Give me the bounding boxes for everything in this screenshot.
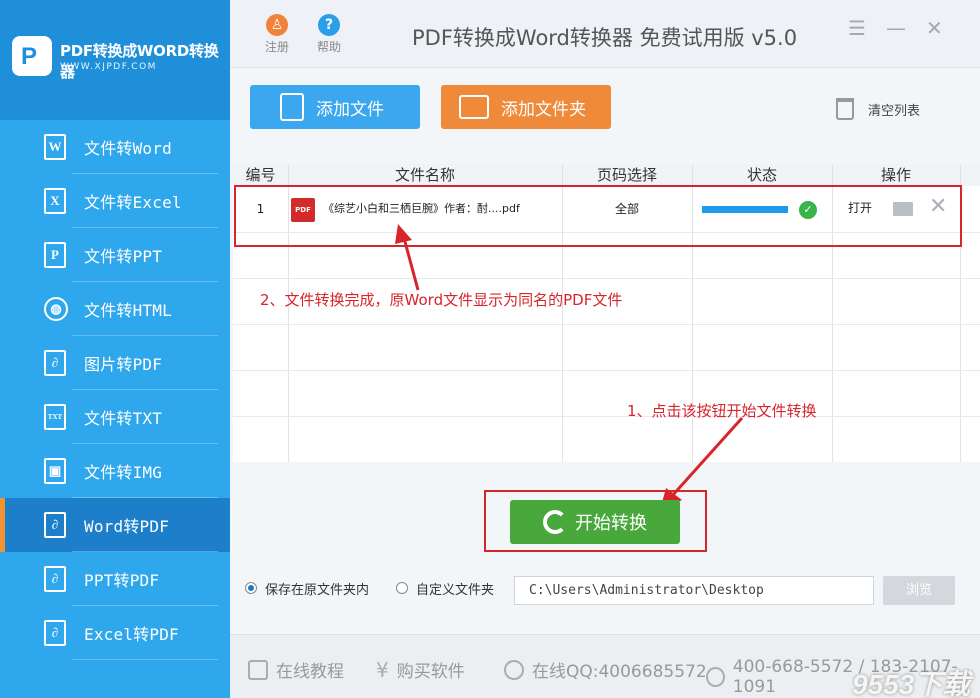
brand-url: WWW.XJPDF.COM xyxy=(60,62,157,72)
help-button[interactable]: ? 帮助 xyxy=(312,14,346,55)
sidebar-item-file-to-img[interactable]: ▣ 文件转IMG xyxy=(0,444,230,498)
radio-custom-folder-label[interactable]: 自定义文件夹 xyxy=(416,579,494,598)
pdf-icon: ∂ xyxy=(44,620,66,646)
annotation-step-1: 1、点击该按钮开始文件转换 xyxy=(627,402,817,420)
globe-icon: ◍ xyxy=(44,297,68,321)
start-convert-button[interactable]: 开始转换 xyxy=(510,500,680,544)
clear-list-button[interactable]: 清空列表 xyxy=(836,98,920,120)
sidebar-item-file-to-excel[interactable]: X 文件转Excel xyxy=(0,174,230,228)
brand-header: P PDF转换成WORD转换器 WWW.XJPDF.COM xyxy=(0,0,230,120)
sidebar-item-label: PPT转PDF xyxy=(84,571,160,590)
col-header-filename: 文件名称 xyxy=(394,166,455,184)
brand-name: PDF转换成WORD转换器 xyxy=(60,42,219,81)
word-icon: W xyxy=(44,134,66,160)
menu-icon[interactable]: ☰ xyxy=(848,16,866,40)
minimize-button[interactable]: — xyxy=(886,16,906,40)
sidebar-item-word-to-pdf[interactable]: ∂ Word转PDF xyxy=(0,498,230,552)
online-tutorial-link[interactable]: 在线教程 xyxy=(248,657,344,682)
user-icon: ♙ xyxy=(266,14,288,36)
excel-icon: X xyxy=(44,188,66,214)
title-bar: ♙ 注册 ? 帮助 PDF转换成Word转换器 免费试用版 v5.0 ☰ — ✕ xyxy=(230,0,980,68)
app-title: PDF转换成Word转换器 免费试用版 v5.0 xyxy=(412,26,798,50)
qq-icon xyxy=(504,659,524,680)
radio-save-original[interactable] xyxy=(245,582,257,594)
help-icon: ? xyxy=(318,14,340,36)
folder-icon xyxy=(459,95,489,119)
radio-save-original-label[interactable]: 保存在原文件夹内 xyxy=(265,579,369,598)
sidebar-item-file-to-word[interactable]: W 文件转Word xyxy=(0,120,230,174)
col-header-actions: 操作 xyxy=(880,166,911,184)
ppt-icon: P xyxy=(44,242,66,268)
row-divider xyxy=(233,416,980,417)
buy-software-label: 购买软件 xyxy=(396,662,465,682)
col-header-pages: 页码选择 xyxy=(596,166,657,184)
help-label: 帮助 xyxy=(316,40,341,54)
add-folder-button[interactable]: 添加文件夹 xyxy=(441,85,611,129)
row-divider xyxy=(233,370,980,371)
document-icon xyxy=(248,659,268,680)
online-qq-label: 在线QQ:4006685572 xyxy=(532,662,707,682)
sidebar-item-label: Excel转PDF xyxy=(84,625,179,644)
sidebar: P PDF转换成WORD转换器 WWW.XJPDF.COM W 文件转Word … xyxy=(0,0,230,698)
pdf-icon: ∂ xyxy=(44,566,66,592)
trash-icon xyxy=(836,98,854,120)
site-watermark: 9553下载 xyxy=(852,669,971,698)
row-divider xyxy=(233,324,980,325)
online-tutorial-label: 在线教程 xyxy=(276,662,344,682)
sidebar-item-label: 文件转Word xyxy=(84,139,172,158)
sidebar-item-image-to-pdf[interactable]: ∂ 图片转PDF xyxy=(0,336,230,390)
sidebar-item-label: Word转PDF xyxy=(84,517,170,536)
app-logo: P xyxy=(12,36,52,76)
sidebar-item-file-to-html[interactable]: ◍ 文件转HTML xyxy=(0,282,230,336)
sidebar-item-label: 文件转IMG xyxy=(84,463,163,482)
pdf-icon: ∂ xyxy=(44,512,66,538)
browse-button[interactable]: 浏览 xyxy=(883,576,955,605)
row-divider xyxy=(233,278,980,279)
image-icon: ▣ xyxy=(44,458,66,484)
sidebar-item-file-to-ppt[interactable]: P 文件转PPT xyxy=(0,228,230,282)
add-file-button[interactable]: 添加文件 xyxy=(250,85,420,129)
sidebar-item-label: 图片转PDF xyxy=(84,355,163,374)
register-label: 注册 xyxy=(264,40,289,54)
txt-icon: TXT xyxy=(44,404,66,430)
register-button[interactable]: ♙ 注册 xyxy=(260,14,294,55)
buy-software-link[interactable]: ¥ 购买软件 xyxy=(376,657,465,683)
sidebar-item-ppt-to-pdf[interactable]: ∂ PPT转PDF xyxy=(0,552,230,606)
add-file-label: 添加文件 xyxy=(316,99,384,120)
sidebar-item-label: 文件转TXT xyxy=(84,409,163,428)
radio-custom-folder[interactable] xyxy=(396,582,408,594)
sidebar-item-label: 文件转Excel xyxy=(84,193,182,212)
table-header: 编号 文件名称 页码选择 状态 操作 xyxy=(233,164,980,186)
sidebar-item-excel-to-pdf[interactable]: ∂ Excel转PDF xyxy=(0,606,230,660)
annotation-step-2: 2、文件转换完成，原Word文件显示为同名的PDF文件 xyxy=(260,291,623,309)
sidebar-item-file-to-txt[interactable]: TXT 文件转TXT xyxy=(0,390,230,444)
col-header-status: 状态 xyxy=(746,166,777,184)
pdf-icon: ∂ xyxy=(44,350,66,376)
close-button[interactable]: ✕ xyxy=(926,16,943,40)
logo-letter: P xyxy=(21,43,38,70)
yen-icon: ¥ xyxy=(376,657,389,682)
phone-icon xyxy=(706,667,725,687)
add-folder-label: 添加文件夹 xyxy=(501,99,586,120)
start-convert-label: 开始转换 xyxy=(575,513,647,534)
refresh-icon xyxy=(543,510,567,534)
sidebar-item-label: 文件转PPT xyxy=(84,247,163,266)
document-icon xyxy=(280,93,304,121)
clear-list-label: 清空列表 xyxy=(868,103,921,119)
output-path-input[interactable] xyxy=(514,576,874,605)
sidebar-item-label: 文件转HTML xyxy=(84,301,172,320)
highlight-box-row xyxy=(234,185,962,247)
col-header-index: 编号 xyxy=(245,166,276,184)
online-qq-link[interactable]: 在线QQ:4006685572 xyxy=(504,657,707,682)
